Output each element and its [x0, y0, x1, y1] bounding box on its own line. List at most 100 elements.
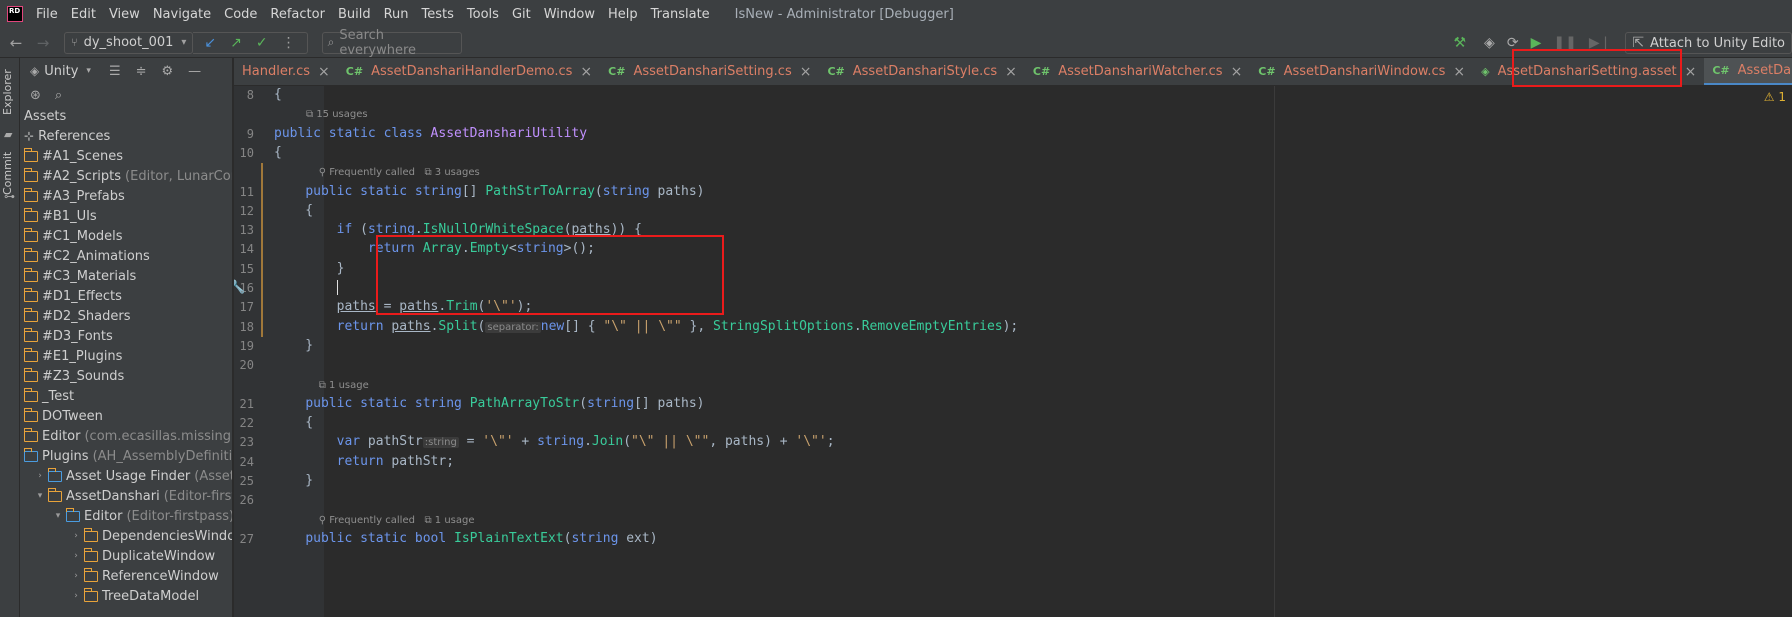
tree-item[interactable]: #Z3_Sounds: [20, 366, 232, 386]
search-icon[interactable]: ⌕: [55, 88, 62, 103]
code-line[interactable]: 25 }: [234, 472, 1792, 491]
code-line[interactable]: 15 }: [234, 260, 1792, 279]
arrow-right-icon[interactable]: →: [32, 34, 54, 52]
code-editor[interactable]: ⚠ 1 8{⧉ 15 usages 9 public static class As…: [234, 86, 1792, 617]
pause-icon[interactable]: ❚❚: [1553, 35, 1576, 51]
tree-item[interactable]: #D2_Shaders: [20, 306, 232, 326]
code-line[interactable]: 26: [234, 491, 1792, 510]
menu-refactor[interactable]: Refactor: [265, 7, 333, 22]
close-icon[interactable]: ×: [1685, 64, 1697, 80]
step-icon[interactable]: ▶❘: [1589, 35, 1612, 51]
chevron-down-icon[interactable]: ▾: [86, 66, 91, 76]
branch-selector[interactable]: ⑂ dy_shoot_001 ▾: [64, 31, 194, 54]
code-vision-hint[interactable]: ⧉ 15 usages: [306, 109, 368, 120]
refresh-icon[interactable]: ⟳: [1507, 35, 1519, 51]
gear-icon[interactable]: ⚙: [162, 64, 174, 79]
code-line[interactable]: 9 public static class AssetDanshariUtilit…: [234, 125, 1792, 144]
chevron-right-icon[interactable]: ›: [32, 471, 48, 481]
minimize-icon[interactable]: —: [188, 64, 201, 79]
menu-build[interactable]: Build: [333, 7, 379, 22]
code-vision-hint[interactable]: ⧉ 1 usage: [306, 380, 369, 391]
commit-check-icon[interactable]: ✓: [256, 35, 268, 51]
chevron-right-icon[interactable]: ›: [68, 551, 84, 561]
tree-item[interactable]: DOTween: [20, 406, 232, 426]
tree-item[interactable]: _Test: [20, 386, 232, 406]
chevron-right-icon[interactable]: ›: [68, 531, 84, 541]
tree-item[interactable]: #D1_Effects: [20, 286, 232, 306]
menu-tools[interactable]: Tools: [462, 7, 507, 22]
tree-item[interactable]: ▾ Editor (Editor-firstpass): [20, 506, 232, 526]
expand-all-icon[interactable]: ☰: [109, 64, 121, 79]
collapse-all-icon[interactable]: ≑: [136, 64, 147, 79]
close-icon[interactable]: ×: [1231, 64, 1243, 80]
more-icon[interactable]: ⋮: [282, 35, 296, 51]
menu-navigate[interactable]: Navigate: [148, 7, 219, 22]
tab-handler-cs[interactable]: Handler.cs ×: [234, 58, 338, 85]
code-line[interactable]: 12 {: [234, 202, 1792, 221]
close-icon[interactable]: ×: [318, 64, 330, 80]
code-line[interactable]: 19 }: [234, 337, 1792, 356]
close-icon[interactable]: ×: [1453, 64, 1465, 80]
code-line[interactable]: 10 {: [234, 144, 1792, 163]
tab-assetdanshariutility-cs[interactable]: C#AssetDanshariUtility.cs×: [1704, 58, 1792, 85]
attach-unity-button[interactable]: ⇱ Attach to Unity Edito: [1625, 32, 1792, 54]
tree-item[interactable]: Assets: [20, 106, 232, 126]
tab-assetdansharihandlerdemo-cs[interactable]: C# AssetDanshariHandlerDemo.cs ×: [338, 58, 600, 85]
tab-assetdansharisetting-cs[interactable]: C# AssetDanshariSetting.cs ×: [600, 58, 819, 85]
tree-item[interactable]: #C3_Materials: [20, 266, 232, 286]
update-project-icon[interactable]: ↙: [204, 35, 216, 51]
menu-help[interactable]: Help: [603, 7, 646, 22]
tab-assetdansharistyle-cs[interactable]: C# AssetDanshariStyle.cs ×: [819, 58, 1024, 85]
commit-icon[interactable]: ⊶: [4, 190, 15, 203]
code-line[interactable]: 23 var pathStr:string = '\"' + string.Jo…: [234, 433, 1792, 452]
menu-run[interactable]: Run: [379, 7, 417, 22]
wrench-icon[interactable]: 🔧: [234, 280, 245, 295]
close-icon[interactable]: ×: [580, 64, 592, 80]
tree-item[interactable]: ▾ AssetDanshari(Editor-firstpa: [20, 486, 232, 506]
tree-item[interactable]: #C1_Models: [20, 226, 232, 246]
build-hammer-icon[interactable]: ⚒: [1453, 35, 1466, 51]
tree-item[interactable]: #A1_Scenes: [20, 146, 232, 166]
code-line[interactable]: 27 public static bool IsPlainTextExt(str…: [234, 530, 1792, 549]
chevron-right-icon[interactable]: ›: [68, 591, 84, 601]
menu-view[interactable]: View: [104, 7, 148, 22]
code-line[interactable]: 17 paths = paths.Trim('\"');: [234, 298, 1792, 317]
code-line[interactable]: 16: [234, 279, 1792, 298]
code-line[interactable]: 20: [234, 356, 1792, 375]
locate-icon[interactable]: ⊛: [30, 88, 41, 103]
menu-file[interactable]: File: [31, 7, 66, 22]
code-vision-hint[interactable]: ⚲ Frequently called ⧉ 3 usages: [306, 167, 480, 178]
code-vision-hint[interactable]: ⚲ Frequently called ⧉ 1 usage: [306, 515, 475, 526]
chevron-right-icon[interactable]: ›: [68, 571, 84, 581]
code-line[interactable]: 14 return Array.Empty<string>();: [234, 240, 1792, 259]
tree-item[interactable]: #B1_UIs: [20, 206, 232, 226]
tree-item[interactable]: #E1_Plugins: [20, 346, 232, 366]
code-line[interactable]: 11 public static string[] PathStrToArray…: [234, 183, 1792, 202]
menu-edit[interactable]: Edit: [66, 7, 104, 22]
chevron-down-icon[interactable]: ▾: [32, 491, 48, 501]
play-icon[interactable]: ▶: [1531, 35, 1542, 51]
code-line[interactable]: 13 if (string.IsNullOrWhiteSpace(paths))…: [234, 221, 1792, 240]
chevron-down-icon[interactable]: ▾: [50, 511, 66, 521]
tree-item[interactable]: › TreeDataModel: [20, 586, 232, 606]
close-icon[interactable]: ×: [800, 64, 812, 80]
code-line[interactable]: 22 {: [234, 414, 1792, 433]
tab-assetdanshariwatcher-cs[interactable]: C# AssetDanshariWatcher.cs ×: [1025, 58, 1250, 85]
explorer-tab[interactable]: Explorer: [1, 64, 19, 120]
tree-item[interactable]: #D3_Fonts: [20, 326, 232, 346]
tree-item[interactable]: › DuplicateWindow: [20, 546, 232, 566]
code-line[interactable]: 21 public static string PathArrayToStr(s…: [234, 395, 1792, 414]
folder-icon[interactable]: ▰: [4, 128, 12, 141]
code-line[interactable]: 8{: [234, 86, 1792, 105]
menu-window[interactable]: Window: [539, 7, 603, 22]
tree-item[interactable]: #C2_Animations: [20, 246, 232, 266]
tree-item[interactable]: Editor(com.ecasillas.missingrefs: [20, 426, 232, 446]
tree-item[interactable]: #A3_Prefabs: [20, 186, 232, 206]
unity-icon[interactable]: ◈: [1484, 35, 1495, 51]
tree-item[interactable]: Plugins(AH_AssemblyDefinition,: [20, 446, 232, 466]
menu-translate[interactable]: Translate: [646, 7, 718, 22]
code-line[interactable]: 18 return paths.Split(separator: new[] { …: [234, 318, 1792, 337]
tree-item[interactable]: ⊹ References: [20, 126, 232, 146]
tree-item[interactable]: #A2_Scripts(Editor, LunarConso: [20, 166, 232, 186]
menu-code[interactable]: Code: [219, 7, 265, 22]
